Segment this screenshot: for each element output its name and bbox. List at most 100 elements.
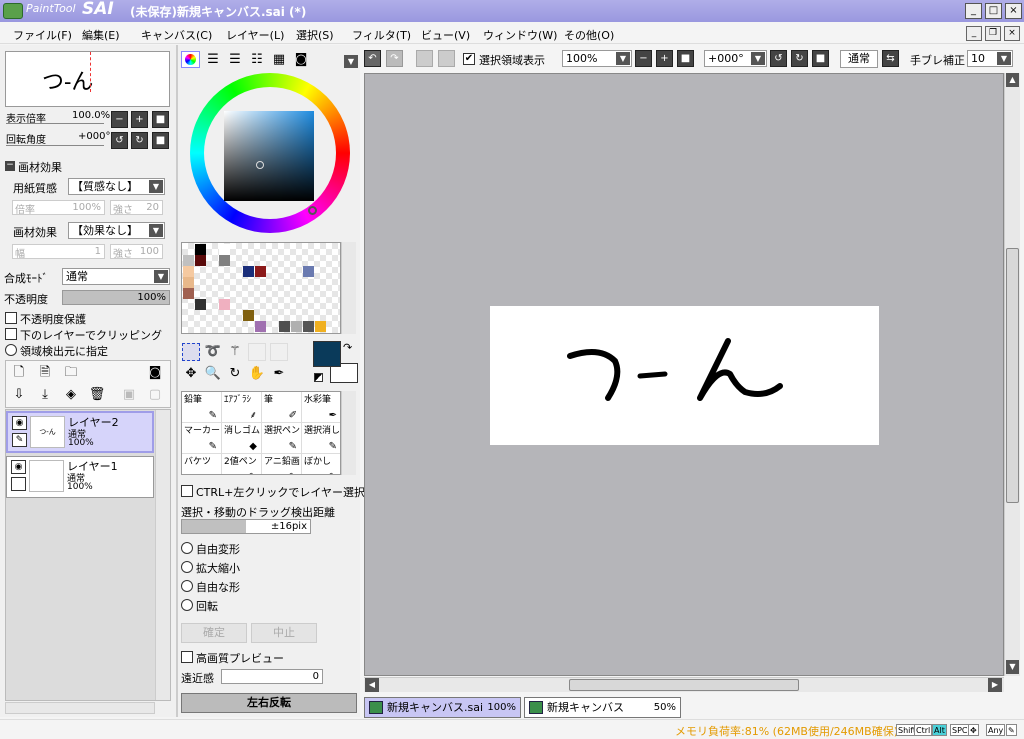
hsv-slider-tab[interactable]: ☰ [226,51,244,69]
menu-edit[interactable]: 編集(E) [82,27,120,43]
mixer-tab[interactable]: ☷ [248,51,266,69]
toolbar-rotate-right-button[interactable]: ↻ [791,50,808,67]
scale-radio[interactable] [181,561,193,573]
brush-tool[interactable]: 鉛筆 ✎ [182,392,222,423]
swatch-palette[interactable] [181,242,341,334]
blend-mode-select[interactable]: 通常 ▼ [62,268,170,285]
color-swatch[interactable] [291,321,302,332]
color-swatch[interactable] [315,321,326,332]
layer-list-hscrollbar[interactable] [5,702,155,714]
opacity-slider[interactable]: 100% [62,290,170,305]
color-swatch[interactable] [255,266,266,277]
free-shape-radio[interactable] [181,580,193,592]
swatch-tab[interactable]: ▦ [270,51,288,69]
merge-down-icon[interactable]: ⤓ [36,386,54,404]
zoom-reset-button[interactable]: ■ [152,111,169,128]
move-tool-icon[interactable]: ✥ [182,365,200,383]
mdi-minimize-button[interactable]: _ [966,26,982,41]
color-swatch[interactable] [243,266,254,277]
zoom-select[interactable]: 100% ▼ [562,50,632,67]
close-button[interactable]: × [1005,3,1022,19]
brush-tool[interactable]: アニ鉛画 ✎ [262,454,302,474]
color-swatch[interactable] [219,244,230,255]
menu-view[interactable]: ビュー(V) [421,27,470,43]
brush-tool[interactable]: バケツ ⌂ [182,454,222,474]
folder-icon[interactable]: 🗀 [62,364,80,382]
magic-wand-tool-icon[interactable]: ⚚ [226,343,244,361]
menu-window[interactable]: ウィンドウ(W) [483,27,557,43]
scratchpad-tab[interactable]: ◙ [292,51,310,69]
rotate-reset-button[interactable]: ■ [152,132,169,149]
menu-file[interactable]: ファイル(F) [13,27,72,43]
eye-icon[interactable]: ◉ [11,460,26,474]
toolbar-zoom-in-button[interactable]: + [656,50,673,67]
show-selection-checkbox[interactable]: ✔ [463,53,475,65]
reset-colors-icon[interactable] [314,373,323,382]
zoom-in-button[interactable]: + [131,111,148,128]
new-layer-set-icon[interactable]: 🗎 [36,364,54,382]
toolbar-zoom-out-button[interactable]: − [635,50,652,67]
brush-scrollbar[interactable] [341,391,356,475]
brush-tool[interactable]: 筆 ✐ [262,392,302,423]
mask-icon[interactable]: ◙ [146,364,164,382]
mdi-restore-button[interactable]: ❐ [985,26,1001,41]
brush-lock-icon[interactable]: ✎ [12,433,27,447]
color-wheel[interactable] [190,73,350,233]
color-swatch[interactable] [183,288,194,299]
menu-other[interactable]: その他(O) [564,27,614,43]
transfer-down-icon[interactable]: ⇩ [10,386,28,404]
swap-colors-icon[interactable]: ↷ [343,341,352,354]
effect-select[interactable]: 【効果なし】 ▼ [68,222,165,239]
chevron-down-icon[interactable]: ▼ [344,55,358,68]
layer-item-2[interactable]: ◉ ✎ つ-ん レイヤー2 通常 100% [6,411,154,453]
stabilizer-select[interactable]: 10 ▼ [967,50,1013,67]
free-transform-radio[interactable] [181,542,193,554]
brush-tool[interactable]: ｴｱﾌﾞﾗｼ ⸙ [222,392,262,423]
menu-layer[interactable]: レイヤー(L) [226,27,284,43]
clipping-checkbox[interactable] [5,328,17,340]
minimize-button[interactable]: _ [965,3,982,19]
selection-source-radio[interactable] [5,344,17,356]
brush-tool[interactable]: 消しゴム ◆ [222,423,262,454]
brush-tool[interactable]: 水彩筆 ✒ [302,392,340,423]
swatch-scrollbar[interactable] [341,242,356,334]
brush-lock-icon[interactable] [11,477,26,491]
flip-view-button[interactable]: ⇆ [882,50,899,67]
menu-select[interactable]: 選択(S) [296,27,334,43]
rotate-right-button[interactable]: ↻ [131,132,148,149]
zoom-tool-icon[interactable]: 🔍 [204,365,222,383]
color-swatch[interactable] [195,299,206,310]
layer-list-scrollbar[interactable] [155,410,170,700]
color-swatch[interactable] [219,255,230,266]
undo-button[interactable]: ↶ [364,50,381,67]
maximize-button[interactable]: □ [985,3,1002,19]
mdi-close-button[interactable]: × [1004,26,1020,41]
color-swatch[interactable] [243,310,254,321]
navigator-preview[interactable]: つ-ん [5,51,170,107]
view-blend-button[interactable]: 通常 [840,50,878,68]
clear-layer-icon[interactable]: ◈ [62,386,80,404]
rotation-slider[interactable] [6,145,104,146]
brush-tool[interactable]: 2値ペン ✎ [222,454,262,474]
drag-distance-slider[interactable]: ±16pix [181,519,311,534]
eye-icon[interactable]: ◉ [12,416,27,430]
brush-tool[interactable]: マーカー ✎ [182,423,222,454]
rotate-radio[interactable] [181,599,193,611]
vscroll-thumb[interactable] [1006,248,1019,503]
color-swatch[interactable] [255,321,266,332]
eyedropper-tool-icon[interactable]: ✒ [270,365,288,383]
paper-texture-select[interactable]: 【質感なし】 ▼ [68,178,165,195]
color-swatch[interactable] [183,277,194,288]
color-swatch[interactable] [303,321,314,332]
collapse-icon[interactable]: − [5,161,15,171]
toolbar-zoom-reset-button[interactable]: ■ [677,50,694,67]
ctrl-select-checkbox[interactable] [181,485,193,497]
hq-preview-checkbox[interactable] [181,651,193,663]
toolbar-rotate-left-button[interactable]: ↺ [770,50,787,67]
preserve-opacity-checkbox[interactable] [5,312,17,324]
rgb-slider-tab[interactable]: ☰ [204,51,222,69]
canvas-viewport[interactable] [364,73,1004,676]
toolbar-rotate-reset-button[interactable]: ■ [812,50,829,67]
foreground-color-swatch[interactable] [313,341,341,367]
color-swatch[interactable] [195,255,206,266]
